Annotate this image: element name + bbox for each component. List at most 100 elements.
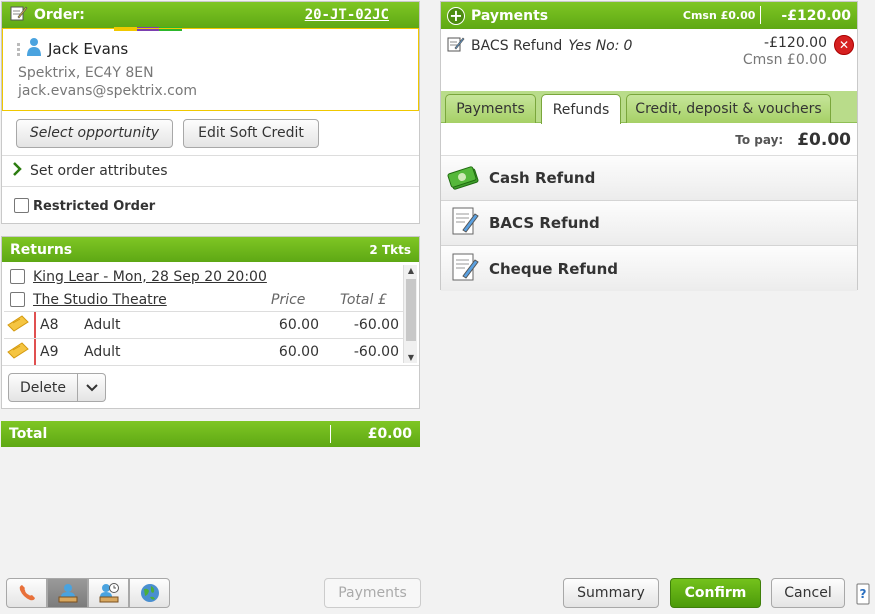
scheduled-mode-button[interactable] — [88, 578, 129, 608]
scroll-up-arrow-icon[interactable]: ▲ — [404, 266, 418, 275]
chevron-right-icon — [12, 162, 22, 180]
cash-refund-label: Cash Refund — [489, 169, 596, 187]
divider — [760, 6, 761, 24]
ticket-type: Adult — [84, 344, 121, 360]
ticket-type: Adult — [84, 317, 121, 333]
customer-card[interactable]: Jack Evans Spektrix, EC4Y 8EN jack.evans… — [2, 28, 419, 111]
total-value: £0.00 — [367, 426, 412, 442]
divider — [330, 425, 331, 443]
to-pay-row: To pay: £0.00 — [441, 124, 857, 156]
total-bar: Total £0.00 — [1, 421, 420, 447]
order-title: Order: — [34, 7, 85, 23]
restricted-order-row: Restricted Order — [2, 187, 419, 223]
svg-text:?: ? — [860, 587, 867, 601]
edit-soft-credit-button[interactable]: Edit Soft Credit — [183, 118, 319, 148]
phone-icon — [19, 585, 35, 601]
venue-line: The Studio Theatre Price Total £ — [4, 288, 417, 311]
event-link[interactable]: King Lear - Mon, 28 Sep 20 20:00 — [33, 269, 267, 285]
ticket-total: -60.00 — [353, 317, 399, 333]
customer-name: Jack Evans — [48, 40, 129, 58]
globe-icon — [140, 584, 159, 602]
chevron-down-icon — [85, 383, 98, 391]
ticket-row[interactable]: A9 Adult 60.00 -60.00 — [4, 338, 417, 365]
delete-dropdown-button[interactable] — [78, 373, 106, 402]
scrollbar-thumb[interactable] — [406, 279, 416, 341]
scroll-down-arrow-icon[interactable]: ▼ — [404, 353, 418, 362]
remove-payment-icon[interactable]: ✕ — [834, 35, 854, 55]
venue-checkbox[interactable] — [10, 292, 25, 307]
returns-ticket-count: 2 Tkts — [369, 242, 411, 257]
add-payment-icon[interactable]: + — [447, 6, 465, 25]
order-panel: Order: 20-JT-02JC Jack Evans Spektrix, E… — [1, 1, 420, 224]
summary-button[interactable]: Summary — [563, 578, 659, 608]
ticket-total: -60.00 — [353, 344, 399, 360]
cheque-refund-label: Cheque Refund — [489, 259, 619, 278]
price-column-header: Price — [271, 291, 306, 308]
order-header: Order: 20-JT-02JC — [2, 2, 419, 31]
payment-line[interactable]: BACS Refund Yes No: 0 -£120.00 Cmsn £0.0… — [441, 29, 857, 91]
returns-scrollbar[interactable]: ▲ ▼ — [403, 265, 417, 363]
select-opportunity-button[interactable]: Select opportunity — [16, 118, 173, 148]
phone-mode-button[interactable] — [6, 578, 47, 608]
bacs-document-icon — [447, 206, 481, 240]
person-clock-icon — [99, 583, 119, 603]
payments-button[interactable]: Payments — [324, 578, 421, 608]
bacs-edit-icon — [447, 35, 465, 57]
payments-commission: Cmsn £0.00 — [682, 9, 756, 22]
cheque-document-icon — [447, 252, 481, 286]
ticket-price: 60.00 — [278, 317, 319, 333]
yes-no-label: Yes No: — [568, 38, 620, 54]
tab-payments[interactable]: Payments — [445, 94, 536, 123]
total-label: Total — [9, 426, 48, 442]
order-edit-icon — [10, 4, 28, 26]
counter-mode-button[interactable] — [47, 578, 88, 608]
bacs-refund-button[interactable]: BACS Refund — [441, 201, 857, 246]
returns-panel: Returns 2 Tkts King Lear - Mon, 28 Sep 2… — [1, 236, 420, 409]
customer-address: Spektrix, EC4Y 8EN — [18, 65, 154, 81]
help-icon[interactable]: ? — [856, 583, 870, 605]
cash-refund-button[interactable]: Cash Refund — [441, 156, 857, 201]
divider — [2, 365, 419, 366]
event-checkbox[interactable] — [10, 269, 25, 284]
delete-button-group: Delete — [8, 373, 106, 402]
person-icon — [26, 37, 42, 61]
ticket-price: 60.00 — [278, 344, 319, 360]
customer-email: jack.evans@spektrix.com — [18, 83, 198, 99]
sales-mode-group — [6, 578, 170, 608]
ticket-icon — [4, 314, 34, 336]
returns-title: Returns — [10, 241, 73, 258]
tab-refunds[interactable]: Refunds — [541, 94, 621, 124]
total-column-header: Total £ — [340, 291, 387, 308]
to-pay-value: £0.00 — [797, 129, 851, 150]
returns-header: Returns 2 Tkts — [2, 237, 419, 262]
delete-button[interactable]: Delete — [8, 373, 78, 402]
payments-amount: -£120.00 — [781, 7, 851, 24]
payment-method: BACS Refund — [471, 38, 563, 54]
cheque-refund-button[interactable]: Cheque Refund — [441, 246, 857, 291]
opportunity-row: Select opportunity Edit Soft Credit — [2, 111, 419, 156]
returns-list: King Lear - Mon, 28 Sep 20 20:00 The Stu… — [4, 265, 417, 365]
event-line: King Lear - Mon, 28 Sep 20 20:00 — [4, 265, 417, 288]
payments-panel: + Payments Cmsn £0.00 -£120.00 BACS Refu… — [440, 1, 858, 291]
yes-no-value: 0 — [623, 38, 633, 54]
set-order-attributes-row[interactable]: Set order attributes — [2, 156, 419, 187]
bacs-refund-label: BACS Refund — [489, 214, 600, 232]
order-reference-link[interactable]: 20-JT-02JC — [305, 7, 389, 23]
to-pay-label: To pay: — [735, 132, 784, 147]
ticket-row[interactable]: A8 Adult 60.00 -60.00 — [4, 311, 417, 338]
restricted-order-label: Restricted Order — [33, 199, 156, 214]
payment-line-amount: -£120.00 — [764, 35, 827, 51]
cancel-button[interactable]: Cancel — [771, 578, 845, 608]
restricted-order-checkbox[interactable] — [14, 197, 29, 213]
drag-handle-icon[interactable] — [17, 42, 20, 56]
tab-credit-deposit-vouchers[interactable]: Credit, deposit & vouchers — [626, 94, 831, 123]
payment-line-commission: Cmsn £0.00 — [742, 52, 827, 68]
ticket-seat: A8 — [34, 312, 84, 338]
set-order-attributes-label: Set order attributes — [30, 163, 168, 179]
payment-tabs: Payments Refunds Credit, deposit & vouch… — [441, 91, 857, 124]
web-mode-button[interactable] — [129, 578, 170, 608]
confirm-button[interactable]: Confirm — [670, 578, 761, 608]
ticket-seat: A9 — [34, 339, 84, 365]
venue-link[interactable]: The Studio Theatre — [33, 292, 263, 308]
cash-icon — [447, 162, 481, 194]
